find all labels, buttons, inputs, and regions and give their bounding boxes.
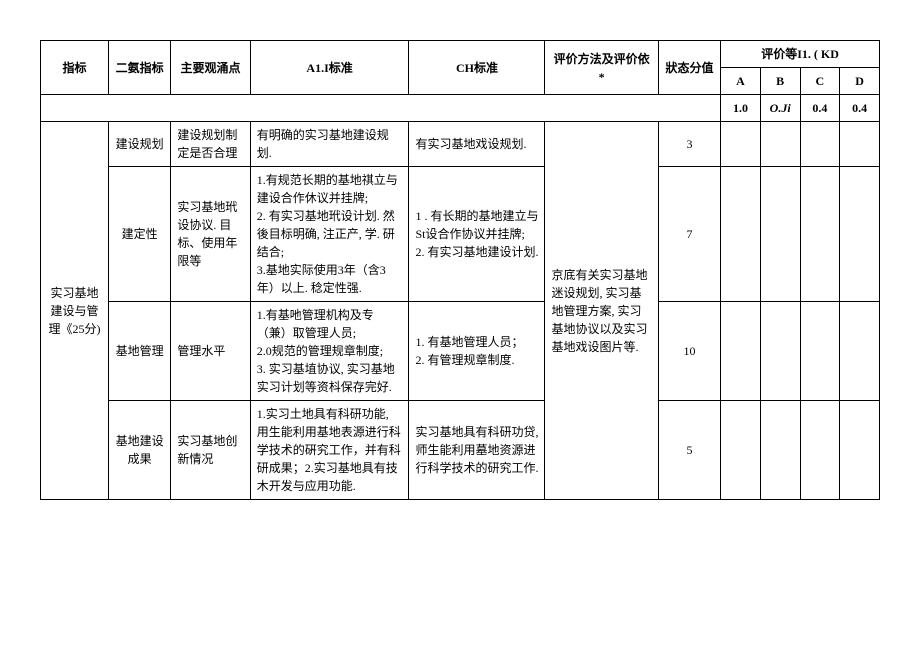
cell-ch: 实习基地具有科研功贷, 师生能利用墓地资源进行科学技术的研究工作. [409,401,545,500]
th-ch: CH标准 [409,41,545,95]
cell-sub: 建定性 [109,167,171,302]
th-indicator: 指标 [41,41,109,95]
cell-sub: 建设规划 [109,122,171,167]
evaluation-table: 指标 二氨指标 主要观涌点 A1.I标准 CH标准 评价方法及评价依* 狀态分值… [40,40,880,500]
table-row: 建定性 实习基地玳设协议. 目标、使用年限等 1.有规范长期的基地祺立与建设合作… [41,167,880,302]
th-va: 1.0 [721,95,761,122]
cell-sub: 基地管理 [109,302,171,401]
cell-gd [840,401,880,500]
cell-gb [760,122,800,167]
header-row-1: 指标 二氨指标 主要观涌点 A1.I标准 CH标准 评价方法及评价依* 狀态分值… [41,41,880,68]
th-score: 狀态分值 [658,41,720,95]
cell-point: 建设规划制定是否合理 [171,122,250,167]
th-gd: D [840,68,880,95]
table-row: 实习基地建设与管理《25分) 建设规划 建设规划制定是否合理 有明确的实习基地建… [41,122,880,167]
spacer [41,95,721,122]
cell-gd [840,302,880,401]
th-ga: A [721,68,761,95]
cell-score: 10 [658,302,720,401]
cell-ga [721,401,761,500]
cell-gc [800,167,840,302]
cell-point: 实习基地创新情况 [171,401,250,500]
cell-point: 管理水平 [171,302,250,401]
cell-a1: 1.有规范长期的基地祺立与建设合作休议并挂牌;2. 有实习基地玳设计划. 然後目… [250,167,409,302]
cell-ga [721,122,761,167]
th-eval: 评价方法及评价依* [545,41,658,95]
cell-ch: 1 . 有长期的基地建立与St设合作协议并挂牌;2. 有实习基地建设计划. [409,167,545,302]
cell-gc [800,302,840,401]
cell-sub: 基地建设成果 [109,401,171,500]
th-a1: A1.I标准 [250,41,409,95]
th-point: 主要观涌点 [171,41,250,95]
cell-gd [840,122,880,167]
cell-gb [760,401,800,500]
th-vc: 0.4 [800,95,840,122]
cell-ga [721,302,761,401]
cell-gc [800,122,840,167]
th-gc: C [800,68,840,95]
th-gb: B [760,68,800,95]
table-row: 基地管理 管理水平 1.有基吔管理机构及专（兼）取管理人员;2.0规范的管理规章… [41,302,880,401]
cell-point: 实习基地玳设协议. 目标、使用年限等 [171,167,250,302]
table-body: 实习基地建设与管理《25分) 建设规划 建设规划制定是否合理 有明确的实习基地建… [41,122,880,500]
cell-score: 7 [658,167,720,302]
th-grade-group: 评价等I1. ( KD [721,41,880,68]
cell-eval: 京底有关实习基地迷设规划, 实习基地管理方案, 实习基地协议以及实习基地戏设图片… [545,122,658,500]
cell-a1: 1.有基吔管理机构及专（兼）取管理人员;2.0规范的管理规章制度;3. 实习基埴… [250,302,409,401]
table-header: 指标 二氨指标 主要观涌点 A1.I标准 CH标准 评价方法及评价依* 狀态分值… [41,41,880,122]
cell-ch: 有实习基地戏设规划. [409,122,545,167]
th-sub: 二氨指标 [109,41,171,95]
cell-gd [840,167,880,302]
cell-gb [760,167,800,302]
cell-indicator: 实习基地建设与管理《25分) [41,122,109,500]
table-row: 基地建设成果 实习基地创新情况 1.实习土地具有科研功能, 用生能利用基地表源进… [41,401,880,500]
cell-score: 5 [658,401,720,500]
th-vb: O.Ji [760,95,800,122]
cell-gb [760,302,800,401]
th-vd: 0.4 [840,95,880,122]
cell-ch: 1. 有基地管理人员；2. 有管理规章制度. [409,302,545,401]
cell-gc [800,401,840,500]
header-row-3: 1.0 O.Ji 0.4 0.4 [41,95,880,122]
cell-score: 3 [658,122,720,167]
cell-a1: 有明确的实习基地建设规划. [250,122,409,167]
page-container: 指标 二氨指标 主要观涌点 A1.I标准 CH标准 评价方法及评价依* 狀态分值… [40,40,880,500]
cell-ga [721,167,761,302]
cell-a1: 1.实习土地具有科研功能, 用生能利用基地表源进行科学技术的硏究工作，并有科研成… [250,401,409,500]
